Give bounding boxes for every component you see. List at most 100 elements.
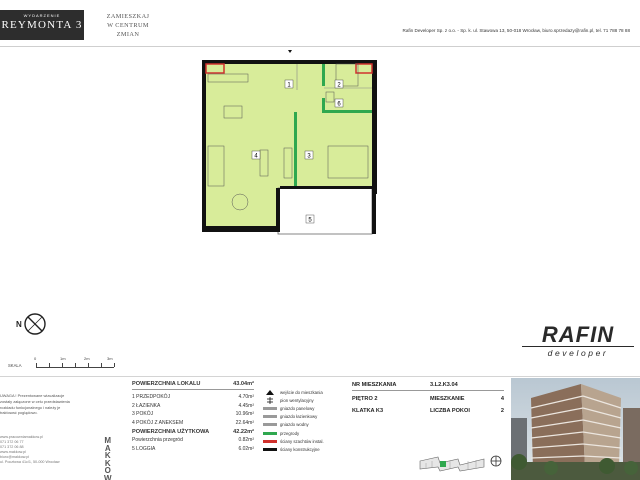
apartment-highlight: [440, 461, 446, 467]
floor-row: PIĘTRO 2 MIESZKANIE 4: [352, 393, 504, 405]
area-row-label: 5 LOGGIA: [132, 445, 156, 452]
wall-mid: [276, 188, 280, 232]
legend-label: gniazdo panelowy: [280, 405, 315, 411]
area-row-value: 6.02m²: [238, 445, 254, 452]
line-gray-swatch-icon: [263, 415, 277, 419]
scale-tick: 1m: [60, 356, 66, 361]
rafin-sub: developer: [522, 346, 634, 358]
area-row: 4 POKÓJ Z ANEKSEM 22.64m²: [132, 419, 254, 428]
floor-plan: 1 2 3 4 5 6: [202, 50, 377, 235]
legend-label: ściany konstrukcyjne: [280, 446, 320, 452]
logo-letter: W: [103, 473, 113, 480]
area-row-value: 0.82m²: [238, 437, 254, 444]
apartment-number-value: 3.L2.K3.04: [430, 381, 458, 388]
entry-arrow-icon: [266, 389, 274, 395]
area-row-value: 10.96m²: [235, 411, 254, 418]
project-logo: WYDARZENIE REYMONTA 3: [0, 10, 84, 40]
slogan-line: ZMIAN: [116, 31, 140, 38]
area-total-value: 43.04m²: [233, 381, 254, 387]
header: WYDARZENIE REYMONTA 3 ZAMIESZKAJ W CENTR…: [0, 0, 640, 47]
area-row: 3 POKÓJ 10.96m²: [132, 410, 254, 419]
area-row: Powierzchnia przegród 0.82m²: [132, 436, 254, 445]
apartment-label: MIESZKANIE: [430, 396, 465, 402]
developer-contact: Rafin Developer Sp. z o.o. - Sp. k. ul. …: [402, 28, 631, 33]
compass-icon: N: [16, 313, 46, 335]
legend-label: wejście do mieszkania: [280, 389, 323, 395]
area-row: 5 LOGGIA 6.02m²: [132, 445, 254, 454]
apartment-number-row: NR MIESZKANIA 3.L2.K3.04: [352, 379, 504, 391]
scale-bar: SKALA 0 1m 2m 3m: [8, 356, 118, 372]
area-row-value: 22.64m²: [235, 420, 254, 427]
legend-item: ściany szachtów instal.: [263, 437, 345, 445]
legend-item: wejście do mieszkania: [263, 388, 345, 396]
slogan-line: ZAMIESZKAJ: [106, 13, 150, 20]
area-row-label: 2 ŁAZIENKA: [132, 402, 161, 409]
legend-label: ściany szachtów instal.: [280, 438, 324, 444]
scale-tick: 0: [34, 356, 37, 361]
scale-tick: 2m: [84, 356, 90, 361]
area-row: 1 PRZEDPOKÓJ 4.70m²: [132, 393, 254, 402]
scale-tick: 3m: [107, 356, 113, 361]
entry-arrow-icon: [288, 50, 292, 53]
legend-item: gniazdo wodny: [263, 421, 345, 429]
disclaimer-note: UWAGA ! Prezentowane wizualizacje został…: [0, 393, 70, 416]
area-row-value: 4.70m²: [238, 394, 254, 401]
wall-right-loggia: [372, 194, 376, 234]
legend: wejście do mieszkania pion wentylacyjny gn…: [263, 388, 345, 454]
area-row-label: 4 POKÓJ Z ANEKSEM: [132, 420, 184, 427]
vent-icon: [267, 396, 273, 404]
area-total-row: POWIERZCHNIA LOKALU 43.04m²: [132, 381, 254, 390]
slogan-line: W CENTRUM: [107, 22, 149, 29]
legend-label: gniazdo łazienkowy: [280, 414, 318, 420]
wall-left: [202, 60, 206, 230]
area-table: POWIERZCHNIA LOKALU 43.04m² 1 PRZEDPOKÓJ…: [132, 381, 254, 453]
area-rows: 1 PRZEDPOKÓJ 4.70m² 2 ŁAZIENKA 4.45m² 3 POKÓ…: [132, 393, 254, 453]
building-key-plan: [419, 456, 485, 472]
wall-right: [372, 60, 377, 194]
legend-item: gniazdo panelowy: [263, 404, 345, 412]
partition: [322, 98, 325, 110]
rafin-logo: RAFIN developer: [522, 322, 634, 358]
logo-small-text: WYDARZENIE: [23, 13, 61, 18]
area-row-label: Powierzchnia przegród: [132, 437, 183, 444]
area-total-label: POWIERZCHNIA LOKALU: [132, 381, 201, 387]
wall-bottom: [202, 226, 280, 232]
slogan: ZAMIESZKAJ W CENTRUM ZMIAN: [88, 12, 168, 39]
line-red-swatch-icon: [263, 439, 277, 443]
area-row-label: POWIERZCHNIA UŻYTKOWA: [132, 428, 210, 435]
area-row-value: 4.45m²: [238, 402, 254, 409]
area-row-value: 42.22m²: [233, 428, 254, 435]
area-row: POWIERZCHNIA UŻYTKOWA 42.22m²: [132, 427, 254, 436]
building-render-image: [511, 378, 640, 480]
architect-logo: M A K K O W: [98, 437, 118, 480]
svg-text:N: N: [16, 320, 22, 329]
legend-rows: wejście do mieszkania pion wentylacyjny gn…: [263, 388, 345, 454]
line-gray-swatch-icon: [263, 423, 277, 427]
legend-item: ściany konstrukcyjne: [263, 445, 345, 453]
legend-label: przegrody: [280, 430, 300, 436]
line-green-swatch-icon: [263, 431, 277, 435]
architect-contacts: www.pracowniamakkow.pl 071 372 06 77 071…: [0, 435, 92, 465]
apartment-number-label: NR MIESZKANIA: [352, 381, 397, 388]
partition: [294, 112, 297, 186]
legend-item: przegrody: [263, 429, 345, 437]
wall-loggia-line: [280, 186, 372, 189]
legend-label: gniazdo wodny: [280, 422, 309, 428]
wall-top: [204, 60, 374, 64]
partition: [322, 110, 372, 113]
line-black-swatch-icon: [263, 447, 277, 451]
apartment-value: 4: [500, 396, 504, 402]
scale-line: [36, 363, 115, 368]
area-row: 2 ŁAZIENKA 4.45m²: [132, 402, 254, 411]
scale-label: SKALA: [8, 363, 22, 368]
logo-main-text: REYMONTA 3: [1, 19, 83, 31]
contact-line: ul. Pocztowa 41c/1, 50-000 Wrocław: [0, 460, 60, 464]
line-gray-swatch-icon: [263, 406, 277, 410]
area-row-label: 3 POKÓJ: [132, 411, 154, 418]
floor-label: PIĘTRO 2: [352, 396, 378, 402]
north-arrow-icon: [490, 455, 502, 467]
legend-label: pion wentylacyjny: [280, 397, 314, 403]
area-row-label: 1 PRZEDPOKÓJ: [132, 394, 171, 401]
legend-item: pion wentylacyjny: [263, 396, 345, 404]
partition: [322, 64, 325, 86]
